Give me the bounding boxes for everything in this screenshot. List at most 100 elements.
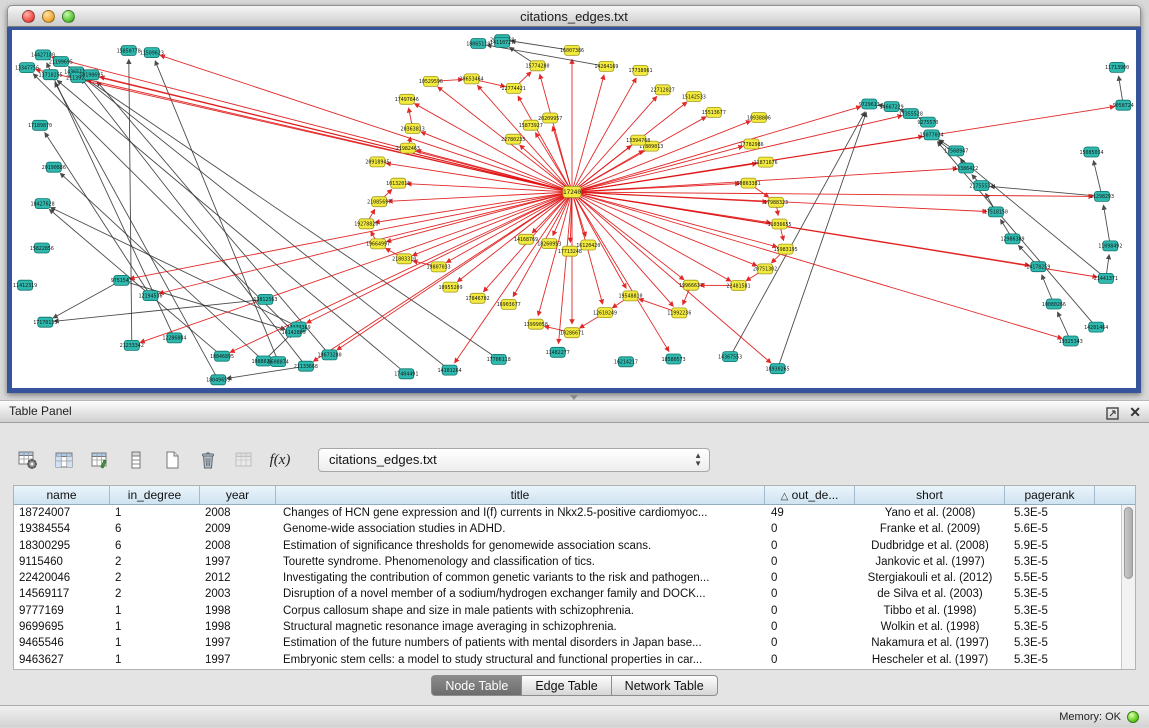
table-cell: 5.9E-5 [1005,538,1095,554]
row-options-icon[interactable] [124,447,148,473]
svg-text:22481581: 22481581 [726,283,750,289]
column-header-year[interactable]: year [200,486,276,505]
svg-text:21133668: 21133668 [294,364,318,370]
vertical-scrollbar[interactable] [1121,505,1135,669]
table-cell: 0 [765,570,855,586]
svg-text:11871676: 11871676 [754,160,778,166]
table-cell: 0 [765,619,855,635]
table-panel-header: Table Panel ✕ [0,401,1149,423]
svg-text:17189870: 17189870 [28,123,52,129]
table-cell: 1997 [200,635,276,651]
table-source-combobox[interactable]: citations_edges.txt ▲▼ [318,448,710,472]
close-window-button[interactable] [22,10,35,23]
table-cell: 9115460 [14,554,110,570]
table-row[interactable]: 946554611997Estimation of the future num… [14,635,1135,651]
svg-text:19278820: 19278820 [354,222,378,228]
svg-text:10863381: 10863381 [737,181,761,187]
table-row[interactable]: 1938455462009Genome-wide association stu… [14,521,1135,537]
svg-text:22774421: 22774421 [502,86,526,92]
table-cell: Estimation of the future numbers of pati… [276,635,765,651]
svg-text:21982463: 21982463 [396,146,420,152]
svg-text:19966637: 19966637 [679,283,703,289]
column-header-out-degree[interactable]: △ out_de... [765,486,855,505]
table-cell: 5.3E-5 [1005,586,1095,602]
scrollbar-thumb[interactable] [1124,507,1133,579]
memory-status-led-icon[interactable] [1127,711,1139,723]
zoom-window-button[interactable] [62,10,75,23]
table-cell: 2 [110,554,200,570]
table-cell: 14569117 [14,586,110,602]
network-view-window: citations_edges.txt 17240160073861428416… [7,5,1141,393]
column-header-short[interactable]: short [855,486,1005,505]
table-cell: Corpus callosum shape and size in male p… [276,603,765,619]
status-bar: Memory: OK [0,705,1149,727]
table-cell: 6 [110,521,200,537]
column-header-filler [1095,486,1135,505]
network-graph-canvas[interactable]: 1724016007386142841691773896122712827151… [12,30,1136,388]
table-cell: 5.3E-5 [1005,603,1095,619]
tab-network-table[interactable]: Network Table [612,675,718,696]
svg-text:16007386: 16007386 [560,48,584,54]
table-cell: Hescheler et al. (1997) [855,652,1005,668]
svg-text:14427180: 14427180 [31,53,55,59]
svg-text:12194536: 12194536 [138,293,162,299]
table-cell: 2003 [200,586,276,602]
column-header-name[interactable]: name [14,486,110,505]
table-cell: 1 [110,505,200,521]
table-cell: 18724007 [14,505,110,521]
svg-text:14110727: 14110727 [490,40,514,46]
table-settings-icon[interactable] [16,447,40,473]
table-row[interactable]: 969969511998Structural magnetic resonanc… [14,619,1135,635]
svg-text:17518150: 17518150 [984,210,1008,216]
table-toolbar: f(x) citations_edges.txt ▲▼ [16,445,710,475]
table-cell: 2 [110,586,200,602]
table-cell: de Silva et al. (2003) [855,586,1005,602]
svg-text:17846702: 17846702 [466,296,490,302]
table-row[interactable]: 911546021997Tourette syndrome. Phenomeno… [14,554,1135,570]
table-cell: 9777169 [14,603,110,619]
table-tabs: Node Table Edge Table Network Table [0,675,1149,696]
select-columns-icon[interactable] [52,447,76,473]
svg-text:15983195: 15983195 [774,247,798,253]
column-header-title[interactable]: title [276,486,765,505]
svg-text:16214217: 16214217 [614,360,638,366]
svg-text:11098492: 11098492 [1098,244,1122,250]
float-panel-icon[interactable] [1106,406,1119,419]
table-cell: Tourette syndrome. Phenomenology and cla… [276,554,765,570]
svg-text:19807033: 19807033 [427,265,451,271]
function-builder-button[interactable]: f(x) [268,447,292,473]
table-cell: Dudbridge et al. (2008) [855,538,1005,554]
svg-text:13347756: 13347756 [15,65,39,71]
table-cell: 22420046 [14,570,110,586]
table-cell: Structural magnetic resonance image aver… [276,619,765,635]
network-window-titlebar[interactable]: citations_edges.txt [7,5,1141,27]
trash-icon[interactable] [196,447,220,473]
table-row[interactable]: 1456911722003Disruption of a novel membe… [14,586,1135,602]
table-row[interactable]: 946362711997Embryonic stem cells: a mode… [14,652,1135,668]
table-cell: 5.5E-5 [1005,570,1095,586]
svg-text:11482277: 11482277 [546,350,570,356]
svg-text:18049659: 18049659 [206,378,230,384]
svg-text:19664997: 19664997 [366,242,390,248]
table-row[interactable]: 1830029562008Estimation of significance … [14,538,1135,554]
column-header-in-degree[interactable]: in_degree [110,486,200,505]
column-header-pagerank[interactable]: pagerank [1005,486,1095,505]
network-canvas-frame: 1724016007386142841691773896122712827151… [7,27,1141,393]
svg-text:17782986: 17782986 [740,142,764,148]
table-cell: Disruption of a novel member of a sodium… [276,586,765,602]
table-row[interactable]: 1872400712008Changes of HCN gene express… [14,505,1135,521]
new-document-icon[interactable] [160,447,184,473]
tab-node-table[interactable]: Node Table [431,675,522,696]
minimize-window-button[interactable] [42,10,55,23]
table-cell: 18300295 [14,538,110,554]
svg-text:9729613: 9729613 [859,102,880,108]
close-panel-icon[interactable]: ✕ [1129,406,1141,419]
table-cell: 0 [765,586,855,602]
tab-edge-table[interactable]: Edge Table [522,675,611,696]
svg-text:18930265: 18930265 [766,367,790,373]
table-row[interactable]: 2242004622012Investigating the contribut… [14,570,1135,586]
table-cell: 5.3E-5 [1005,619,1095,635]
edit-column-icon[interactable] [88,447,112,473]
svg-text:17706118: 17706118 [487,357,511,363]
table-row[interactable]: 977716911998Corpus callosum shape and si… [14,603,1135,619]
